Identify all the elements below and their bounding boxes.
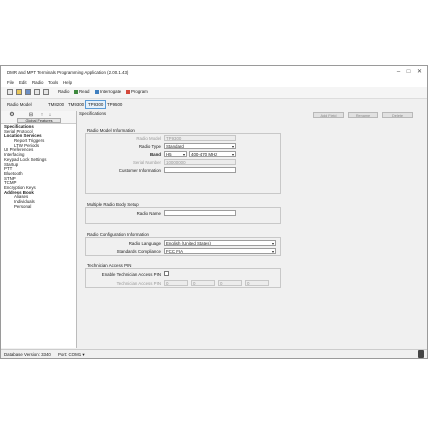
- tab-tp9300[interactable]: TP9300: [85, 100, 107, 109]
- radio-type-label: Radio Type: [138, 144, 161, 149]
- window-title: DMR and MPT Terminals Programming Applic…: [7, 70, 129, 75]
- chevron-down-icon: ▾: [271, 249, 274, 254]
- radio-name-field[interactable]: [164, 210, 236, 216]
- main-panel: Specifications Add Field Rename Delete R…: [77, 111, 427, 348]
- read-button[interactable]: Read: [72, 88, 92, 96]
- panel-title: Specifications: [79, 111, 107, 116]
- copy-icon[interactable]: [43, 89, 49, 95]
- chevron-down-icon: ▾: [182, 152, 185, 157]
- sidebar: ⚙ ⊟ ↑ ↓ Global Features Specifications Se…: [1, 111, 77, 348]
- print-icon[interactable]: [34, 89, 40, 95]
- chevron-down-icon: ▾: [231, 152, 234, 157]
- enable-tech-pin-label: Enable Technician Access PIN: [101, 272, 161, 277]
- serial-number-label: Serial Number: [132, 160, 161, 165]
- toolbar: Radio Read Interrogate Program: [1, 87, 427, 99]
- radio-model-label: Radio Model: [136, 136, 161, 141]
- status-bar: Database Version: 3340 Port: COM1 ▾: [1, 349, 427, 358]
- read-icon: [74, 89, 78, 94]
- radio-name-label: Radio Name: [136, 211, 161, 216]
- radio-model-field: TP9300: [164, 135, 236, 141]
- tech-pin-field-2: 0: [191, 280, 215, 286]
- band-range-select[interactable]: 400-470 MHz ▾: [189, 151, 236, 157]
- enable-tech-pin-checkbox[interactable]: [164, 271, 169, 276]
- radio-button[interactable]: Radio: [56, 88, 71, 96]
- feature-tree: Specifications Serial Protocol Location Se…: [4, 124, 74, 210]
- global-features-button[interactable]: Global Features: [17, 118, 61, 123]
- tree-item[interactable]: Personal: [4, 204, 74, 210]
- serial-number-field: 10000000: [164, 159, 236, 165]
- tab-tm8200[interactable]: TM8200: [46, 101, 66, 108]
- sidebar-header: ⚙ ⊟ ↑ ↓ Global Features: [1, 111, 76, 124]
- radio-language-label: Radio Language: [128, 241, 161, 246]
- close-icon[interactable]: ✕: [415, 68, 424, 77]
- tech-pin-field-4: 0: [245, 280, 269, 286]
- menu-bar: File Edit Radio Tools Help: [1, 79, 427, 87]
- standards-compliance-select[interactable]: FCC FIA ▾: [164, 248, 276, 254]
- menu-file[interactable]: File: [7, 80, 14, 85]
- notification-icon: [418, 350, 424, 358]
- chevron-down-icon: ▾: [231, 144, 234, 149]
- gear-icon[interactable]: ⚙: [9, 112, 15, 118]
- band-select[interactable]: H5 ▾: [164, 151, 187, 157]
- add-field-button[interactable]: Add Field: [313, 112, 344, 118]
- tab-tp9500[interactable]: TP9500: [105, 101, 124, 108]
- radio-model-bar: Radio Model TM8200 TM9300 TP9300 TP9500: [1, 99, 427, 110]
- chevron-down-icon: ▾: [271, 241, 274, 246]
- database-version: Database Version: 3340: [4, 352, 51, 357]
- radio-type-select[interactable]: Standard ▾: [164, 143, 236, 149]
- standards-compliance-label: Standards Compliance: [116, 249, 161, 254]
- radio-model-label: Radio Model: [7, 102, 32, 107]
- save-icon[interactable]: [25, 89, 31, 95]
- minimize-icon[interactable]: –: [394, 68, 403, 77]
- tech-pin-field-3: 0: [218, 280, 242, 286]
- program-icon: [126, 89, 130, 94]
- menu-edit[interactable]: Edit: [19, 80, 27, 85]
- menu-tools[interactable]: Tools: [48, 80, 58, 85]
- customer-info-label: Customer Information: [118, 168, 161, 173]
- app-window: DMR and MPT Terminals Programming Applic…: [0, 65, 428, 359]
- radio-language-select[interactable]: English (United States) ▾: [164, 240, 276, 246]
- interrogate-button[interactable]: Interrogate: [93, 88, 123, 96]
- delete-button[interactable]: Delete: [382, 112, 413, 118]
- open-folder-icon[interactable]: [16, 89, 22, 95]
- menu-help[interactable]: Help: [63, 80, 72, 85]
- menu-radio[interactable]: Radio: [32, 80, 43, 85]
- tab-tm9300[interactable]: TM9300: [66, 101, 86, 108]
- title-bar: DMR and MPT Terminals Programming Applic…: [1, 66, 427, 79]
- tech-pin-field-1: 0: [164, 280, 188, 286]
- port-selector[interactable]: Port: COM1 ▾: [58, 352, 85, 358]
- new-file-icon[interactable]: [7, 89, 13, 95]
- tech-pin-label: Technician Access PIN: [116, 281, 161, 286]
- interrogate-icon: [95, 89, 99, 94]
- program-button[interactable]: Program: [124, 88, 150, 96]
- maximize-icon[interactable]: □: [404, 68, 413, 77]
- rename-button[interactable]: Rename: [348, 112, 378, 118]
- band-label: Band: [150, 152, 161, 157]
- customer-info-field[interactable]: [164, 167, 236, 173]
